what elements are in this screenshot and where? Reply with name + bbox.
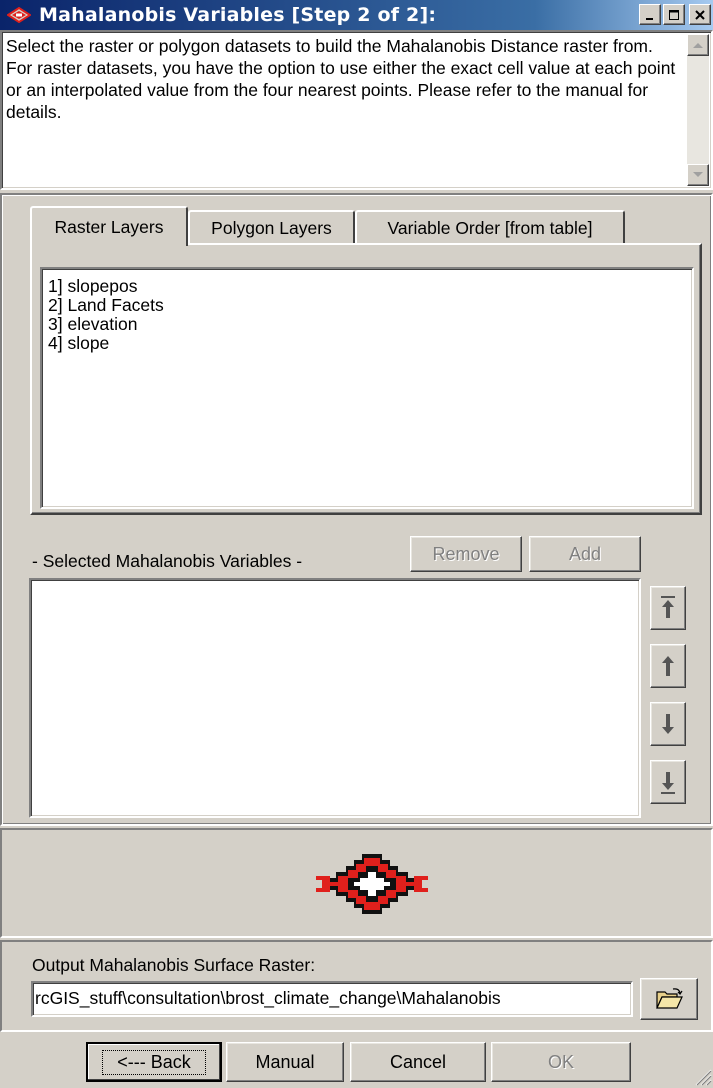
red-eye-icon [7, 7, 31, 23]
minimize-icon [646, 17, 653, 20]
move-top-icon [661, 596, 675, 618]
ok-button[interactable]: OK [491, 1042, 631, 1082]
selected-variables-list[interactable] [29, 578, 641, 818]
triangle-down-icon [693, 172, 703, 177]
tab-label: Polygon Layers [211, 217, 332, 238]
description-text: Select the raster or polygon datasets to… [6, 36, 676, 122]
list-item[interactable]: 3] elevation [42, 315, 692, 334]
move-down-button[interactable] [650, 702, 686, 746]
description-box: Select the raster or polygon datasets to… [0, 30, 713, 190]
output-path-field[interactable]: rcGIS_stuff\consultation\brost_climate_c… [31, 981, 633, 1017]
back-button[interactable]: <--- Back [86, 1042, 222, 1082]
minimize-button[interactable] [639, 4, 661, 25]
scroll-up-button[interactable] [687, 34, 709, 56]
close-button[interactable] [689, 4, 711, 25]
remove-button[interactable]: Remove [410, 536, 522, 572]
scroll-down-button[interactable] [687, 164, 709, 186]
tab-variable-order[interactable]: Variable Order [from table] [355, 210, 625, 244]
description-scrollbar[interactable] [687, 34, 709, 186]
manual-button[interactable]: Manual [226, 1042, 344, 1082]
resize-grip-icon[interactable] [692, 1066, 712, 1086]
window-title: Mahalanobis Variables [Step 2 of 2]: [39, 4, 437, 26]
move-down-icon [662, 714, 674, 734]
list-item[interactable]: 4] slope [42, 334, 692, 353]
move-bottom-icon [661, 772, 675, 794]
tab-label: Raster Layers [54, 216, 164, 237]
open-folder-icon [656, 988, 683, 1009]
list-item[interactable]: 2] Land Facets [42, 296, 692, 315]
move-top-button[interactable] [650, 586, 686, 630]
southwest-logo [316, 854, 428, 914]
tab-polygon-layers[interactable]: Polygon Layers [188, 210, 355, 244]
move-up-button[interactable] [650, 644, 686, 688]
tab-panel: 1] slopepos 2] Land Facets 3] elevation … [30, 243, 702, 515]
move-up-icon [662, 656, 674, 676]
triangle-up-icon [693, 43, 703, 48]
output-label: Output Mahalanobis Surface Raster: [32, 955, 316, 975]
tab-label: Variable Order [from table] [387, 217, 593, 238]
move-bottom-button[interactable] [650, 760, 686, 804]
close-icon [695, 9, 705, 20]
title-bar[interactable]: Mahalanobis Variables [Step 2 of 2]: [0, 0, 713, 30]
maximize-button[interactable] [663, 4, 685, 25]
cancel-button[interactable]: Cancel [350, 1042, 486, 1082]
back-label: <--- Back [102, 1049, 206, 1075]
selected-variables-label: - Selected Mahalanobis Variables - [32, 551, 303, 571]
logo-panel [0, 828, 713, 938]
raster-layers-list[interactable]: 1] slopepos 2] Land Facets 3] elevation … [40, 267, 694, 509]
add-button[interactable]: Add [529, 536, 641, 572]
tab-raster-layers[interactable]: Raster Layers [30, 206, 188, 246]
browse-button[interactable] [640, 978, 698, 1020]
maximize-icon [669, 9, 679, 20]
list-item[interactable]: 1] slopepos [42, 277, 692, 296]
